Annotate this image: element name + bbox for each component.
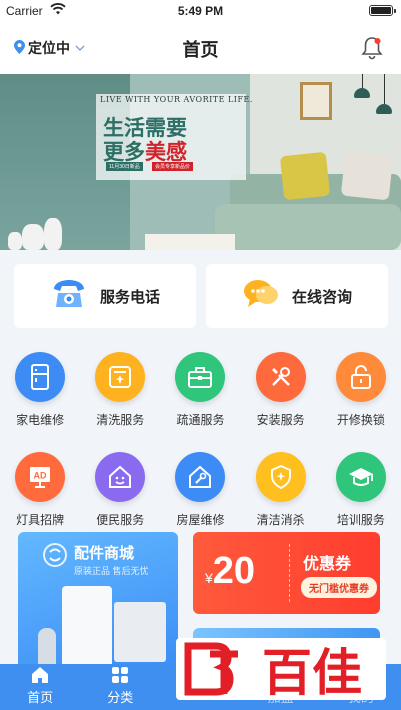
white-vase <box>8 232 22 250</box>
banner-picture-frame <box>300 82 332 120</box>
promo-banner[interactable]: LIVE WITH YOUR AVORITE LIFE. 生活需要 更多美感 1… <box>0 74 401 250</box>
washer-icon <box>95 352 146 402</box>
chat-icon <box>242 277 280 316</box>
white-vase <box>22 224 44 250</box>
tab-home[interactable]: 首页 <box>0 664 80 710</box>
shield-sparkle-icon <box>255 452 306 502</box>
banner-shelf <box>145 234 235 250</box>
grid-label: 安装服务 <box>256 413 305 427</box>
graduation-cap-icon <box>335 452 386 502</box>
tab-category-label: 分类 <box>107 690 134 705</box>
parts-mall-card[interactable]: 配件商城 原装正品 售后无忧 <box>18 532 178 672</box>
service-grid: 家电维修 清洗服务 疏通服务 安装服务 开修换锁 AD 灯具招牌 便民服务 房屋… <box>0 352 401 552</box>
home-icon <box>30 665 50 685</box>
watermark-text: 百佳 <box>262 644 362 702</box>
grid-label: 培训服务 <box>336 513 385 527</box>
coupon-claim-button[interactable]: 无门槛优惠券 <box>301 577 377 598</box>
phone-icon <box>50 277 88 316</box>
white-pillow <box>340 151 394 201</box>
lamp-cord <box>384 74 385 104</box>
coupon-divider <box>289 544 290 602</box>
tab-home-label: 首页 <box>27 690 54 705</box>
house-wrench-icon <box>175 452 226 502</box>
pendant-lamp <box>354 88 370 98</box>
grid-item-installation[interactable]: 安装服务 <box>241 352 321 452</box>
grid-label: 疏通服务 <box>176 413 225 427</box>
banner-tag-date: 11月30日新品 <box>106 162 143 171</box>
coupon-value: 20 <box>212 550 256 592</box>
lock-icon <box>335 352 386 402</box>
coupon-card[interactable]: ¥20 优惠券 无门槛优惠券 <box>193 532 380 614</box>
grid-label: 清洁消杀 <box>256 513 305 527</box>
grid-label: 灯具招牌 <box>16 513 65 527</box>
banner-headline-2b: 美感 <box>145 139 187 164</box>
coupon-title: 优惠券 <box>303 556 352 573</box>
online-consult-card[interactable]: 在线咨询 <box>206 264 388 328</box>
grid-label: 清洗服务 <box>96 413 145 427</box>
ad-sign-icon: AD <box>15 452 66 502</box>
grid-item-unclog[interactable]: 疏通服务 <box>160 352 240 452</box>
status-bar: Carrier 5:49 PM <box>0 0 401 22</box>
page-title: 首页 <box>182 40 219 60</box>
banner-headline-2a: 更多 <box>103 139 145 164</box>
coupon-amount: ¥20 <box>205 550 255 593</box>
parts-mall-subtitle: 原装正品 售后无忧 <box>74 566 149 576</box>
toolbox-icon <box>175 352 226 402</box>
wrench-screwdriver-icon <box>255 352 306 402</box>
fridge-icon <box>15 352 66 402</box>
parts-mall-logo-icon <box>42 542 68 573</box>
top-header: 定位中 首页 <box>0 22 401 74</box>
grid-item-lock[interactable]: 开修换锁 <box>321 352 401 452</box>
grid-item-appliance-repair[interactable]: 家电维修 <box>0 352 80 452</box>
washing-machine-image <box>114 602 166 662</box>
grid-label: 家电维修 <box>16 413 65 427</box>
coupon-currency: ¥ <box>205 570 213 586</box>
watermark-logo: 百佳 <box>176 632 386 704</box>
grid-label: 房屋维修 <box>176 513 225 527</box>
parts-mall-title: 配件商城 <box>74 545 135 562</box>
clock: 5:49 PM <box>177 4 224 18</box>
grid-label: 开修换锁 <box>336 413 385 427</box>
lamp-cord <box>362 74 363 88</box>
yellow-pillow <box>279 151 331 201</box>
air-conditioner-image <box>62 586 112 672</box>
pendant-lamp <box>376 104 392 114</box>
battery-icon <box>369 5 396 16</box>
notification-bell-icon[interactable] <box>361 36 383 65</box>
svg-text:AD: AD <box>34 471 47 481</box>
sofa-seat <box>215 204 401 250</box>
service-phone-label: 服务电话 <box>99 288 160 306</box>
tab-category[interactable]: 分类 <box>80 664 160 710</box>
banner-tagline: LIVE WITH YOUR AVORITE LIFE. <box>100 95 253 104</box>
grid-label: 便民服务 <box>96 513 145 527</box>
service-phone-card[interactable]: 服务电话 <box>14 264 196 328</box>
banner-tag-member: 会员专享新品价 <box>152 162 194 171</box>
grid-icon <box>110 665 130 685</box>
online-consult-label: 在线咨询 <box>291 288 352 306</box>
white-vase <box>44 218 62 250</box>
grid-item-cleaning[interactable]: 清洗服务 <box>80 352 160 452</box>
smile-house-icon <box>95 452 146 502</box>
service-grid-row: 家电维修 清洗服务 疏通服务 安装服务 开修换锁 <box>0 352 401 452</box>
